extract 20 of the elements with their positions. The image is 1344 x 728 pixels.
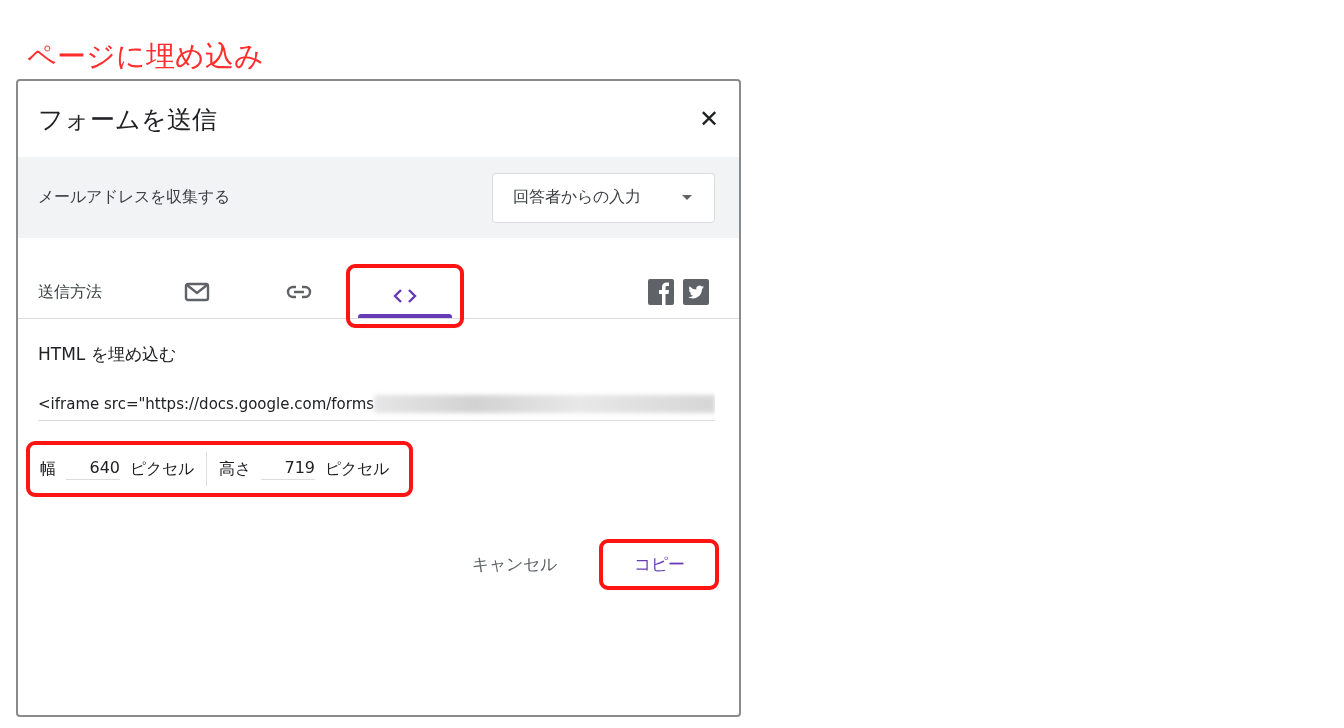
collect-email-label: メールアドレスを収集する	[38, 187, 230, 208]
unit-label: ピクセル	[325, 458, 389, 480]
code-icon	[392, 288, 418, 304]
dialog-title: フォームを送信	[38, 103, 217, 136]
size-label: 幅	[40, 458, 56, 480]
embed-heading: HTML を埋め込む	[38, 343, 177, 366]
send-via-label: 送信方法	[38, 280, 103, 303]
close-button[interactable]: ✕	[693, 103, 725, 135]
size-input[interactable]: 640	[66, 458, 120, 480]
link-icon	[286, 285, 312, 299]
embed-code-field[interactable]: <iframe src="https://docs.google.com/forms	[38, 388, 715, 421]
mail-icon	[184, 282, 210, 302]
size-input[interactable]: 719	[261, 458, 315, 480]
unit-label: ピクセル	[130, 458, 194, 480]
facebook-icon[interactable]	[648, 279, 674, 305]
annotation-caption: ページに埋め込み	[27, 38, 264, 75]
response-dropdown[interactable]: 回答者からの入力	[492, 172, 715, 223]
size-label: 高さ	[219, 458, 251, 480]
caret-icon	[682, 195, 692, 200]
twitter-icon[interactable]	[683, 279, 709, 305]
